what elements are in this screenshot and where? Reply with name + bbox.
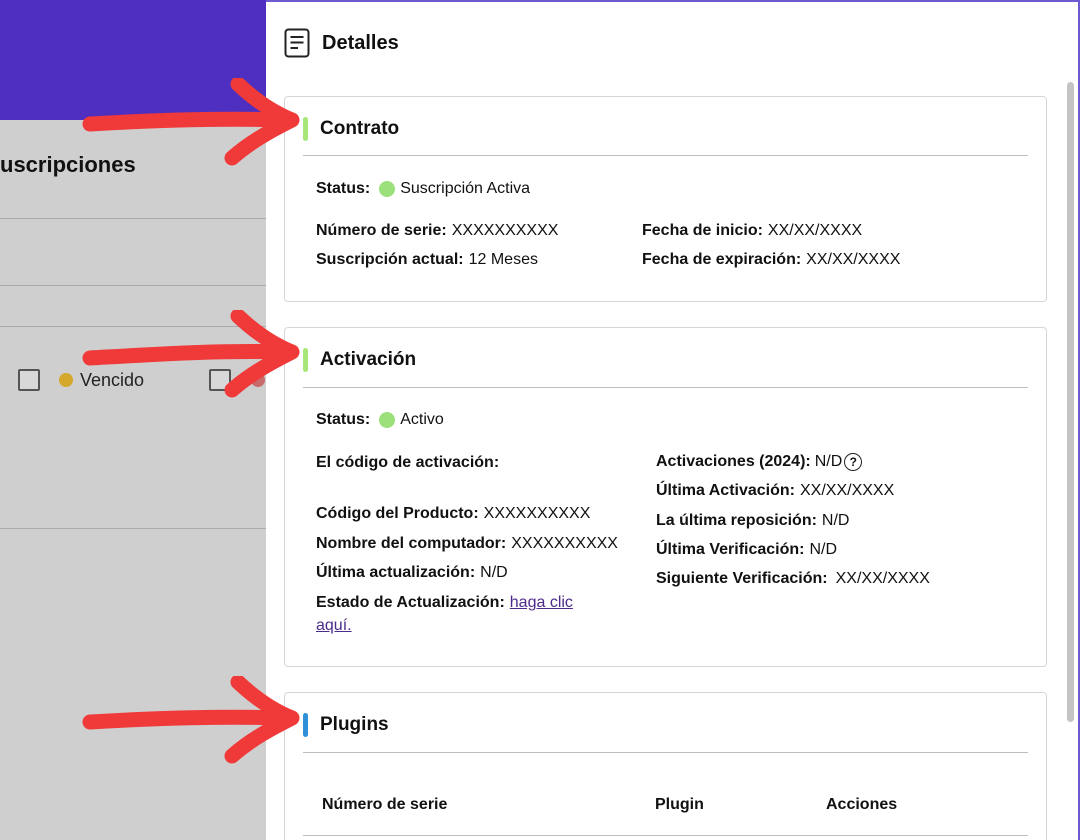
last-verification-label: Última Verificación: — [656, 541, 805, 558]
product-code-value: XXXXXXXXXX — [483, 505, 591, 522]
update-state-link[interactable]: aquí. — [316, 617, 352, 635]
next-verification-label: Siguiente Verificación: — [656, 570, 828, 587]
section-accent — [303, 117, 308, 141]
last-activation-value: XX/XX/XXXX — [800, 482, 895, 499]
activacion-header: Activación — [303, 348, 416, 372]
last-reset: La última reposición: N/D — [656, 512, 849, 530]
column-header-actions: Acciones — [826, 796, 898, 813]
current-subscription: Suscripción actual: 12 Meses — [316, 251, 538, 269]
update-state: Estado de Actualización: haga clic — [316, 594, 573, 612]
last-update-label: Última actualización: — [316, 564, 476, 581]
start-date-label: Fecha de inicio: — [642, 222, 763, 239]
scrollbar[interactable] — [1067, 82, 1074, 722]
drawer-title: Detalles — [322, 31, 399, 54]
section-divider — [303, 387, 1028, 388]
section-accent — [303, 348, 308, 372]
column-header-plugin: Plugin — [655, 796, 704, 813]
divider — [0, 285, 266, 286]
update-state-continued: aquí. — [316, 617, 352, 635]
divider — [0, 218, 266, 219]
expiry-date-label: Fecha de expiración: — [642, 251, 802, 268]
plugins-card: Plugins Número de serie Plugin Acciones — [284, 692, 1047, 840]
serial-label: Número de serie: — [316, 222, 447, 239]
subscription-label: Suscripción actual: — [316, 251, 464, 268]
computer-name-label: Nombre del computador: — [316, 535, 507, 552]
last-verification-value: N/D — [809, 541, 838, 558]
last-verification: Última Verificación: N/D — [656, 541, 837, 559]
contrato-title: Contrato — [320, 118, 400, 139]
red-arrow-annotation — [82, 78, 300, 166]
last-update: Última actualización: N/D — [316, 564, 508, 582]
activacion-status: Status: Activo — [316, 411, 444, 429]
status-value: Suscripción Activa — [400, 180, 531, 197]
red-arrow-annotation — [82, 310, 300, 398]
activations-value: N/D — [814, 453, 843, 470]
update-state-label: Estado de Actualización: — [316, 594, 505, 611]
status-dot — [379, 181, 396, 197]
start-date-value: XX/XX/XXXX — [767, 222, 863, 239]
section-divider — [303, 835, 1028, 836]
activation-code: El código de activación: — [316, 454, 504, 472]
serial-number: Número de serie: XXXXXXXXXX — [316, 222, 558, 240]
start-date: Fecha de inicio: XX/XX/XXXX — [642, 222, 862, 240]
document-icon — [284, 28, 310, 58]
activacion-card: Activación Status: Activo El código de a… — [284, 327, 1047, 667]
contrato-status: Status: Suscripción Activa — [316, 180, 530, 198]
divider — [0, 528, 266, 529]
activations-count: Activaciones (2024): N/D ? — [656, 453, 863, 471]
section-divider — [303, 752, 1028, 753]
red-arrow-annotation — [82, 676, 300, 764]
plugins-header: Plugins — [303, 713, 389, 737]
plugins-title: Plugins — [320, 714, 389, 735]
product-code: Código del Producto: XXXXXXXXXX — [316, 505, 590, 523]
subscription-value: 12 Meses — [468, 251, 538, 268]
help-icon[interactable]: ? — [844, 453, 863, 471]
column-header-serial: Número de serie — [322, 796, 448, 813]
last-activation-label: Última Activación: — [656, 482, 795, 499]
drawer-header: Detalles — [284, 28, 399, 58]
last-reset-value: N/D — [821, 512, 850, 529]
serial-value: XXXXXXXXXX — [451, 222, 559, 239]
next-verification-value: XX/XX/XXXX — [835, 570, 930, 587]
status-dot — [379, 412, 396, 428]
update-state-link[interactable]: haga clic — [510, 594, 573, 612]
next-verification: Siguiente Verificación: XX/XX/XXXX — [656, 570, 930, 588]
activations-label: Activaciones (2024): — [656, 453, 811, 470]
details-drawer: Detalles Contrato Status: Suscripción Ac… — [266, 0, 1080, 840]
expiry-date: Fecha de expiración: XX/XX/XXXX — [642, 251, 900, 269]
status-value: Activo — [400, 411, 444, 428]
section-accent — [303, 713, 308, 737]
contrato-header: Contrato — [303, 117, 399, 141]
activacion-title: Activación — [320, 349, 417, 370]
product-code-label: Código del Producto: — [316, 505, 479, 522]
section-divider — [303, 155, 1028, 156]
computer-name-value: XXXXXXXXXX — [511, 535, 618, 552]
last-activation: Última Activación: XX/XX/XXXX — [656, 482, 894, 500]
activation-code-label: El código de activación: — [316, 454, 500, 471]
expiry-date-value: XX/XX/XXXX — [806, 251, 901, 268]
status-label: Status: — [316, 180, 371, 197]
status-label: Status: — [316, 411, 371, 428]
last-update-value: N/D — [480, 564, 508, 581]
computer-name: Nombre del computador: XXXXXXXXXX — [316, 535, 618, 553]
last-reset-label: La última reposición: — [656, 512, 817, 529]
contrato-card: Contrato Status: Suscripción Activa Núme… — [284, 96, 1047, 302]
